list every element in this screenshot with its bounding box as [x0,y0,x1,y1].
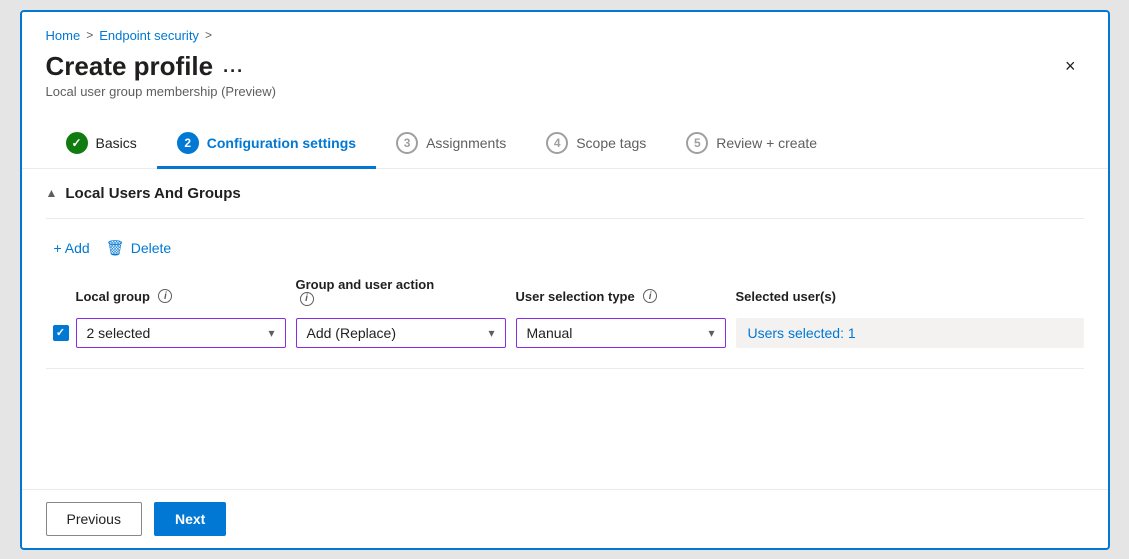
user-selection-dropdown-arrow: ▾ [708,326,714,340]
local-group-dropdown[interactable]: 2 selected ▾ [76,318,286,348]
tab-review-label: Review + create [716,135,817,151]
footer: Previous Next [22,489,1108,548]
tabs-bar: ✓ Basics 2 Configuration settings 3 Assi… [22,107,1108,169]
title-left: Create profile ... [46,51,245,82]
tab-scope-tags[interactable]: 4 Scope tags [526,124,666,169]
section-title: Local Users And Groups [65,185,240,202]
tab-scope-label: Scope tags [576,135,646,151]
delete-button[interactable]: 🗑 Delete [106,235,172,261]
group-action-cell: Add (Replace) ▾ [296,318,506,348]
next-button[interactable]: Next [154,502,226,536]
group-action-header-text: Group and user action [296,277,435,292]
tab-assignments[interactable]: 3 Assignments [376,124,526,169]
user-selection-header-text: User selection type [516,289,635,304]
user-selection-dropdown[interactable]: Manual ▾ [516,318,726,348]
breadcrumb-sep1: > [86,28,93,42]
user-selection-info-icon[interactable]: i [643,289,657,303]
tab-config-num: 2 [177,132,199,154]
create-profile-dialog: Home > Endpoint security > Create profil… [20,10,1110,550]
tab-review[interactable]: 5 Review + create [666,124,837,169]
local-group-header-text: Local group [76,289,150,304]
divider-bottom [46,368,1084,369]
tab-basics-label: Basics [96,135,137,151]
action-bar: + Add 🗑 Delete [46,235,1084,261]
user-selection-value: Manual [527,325,573,341]
tab-configuration[interactable]: 2 Configuration settings [157,124,376,169]
previous-button[interactable]: Previous [46,502,142,536]
title-row: Create profile ... × [46,51,1084,82]
local-group-value: 2 selected [87,325,151,341]
selected-users-cell[interactable]: Users selected: 1 [736,318,1084,348]
tab-config-label: Configuration settings [207,135,356,151]
tab-basics[interactable]: ✓ Basics [46,124,157,169]
tab-basics-num: ✓ [66,132,88,154]
tab-scope-num: 4 [546,132,568,154]
local-group-cell: 2 selected ▾ [76,318,286,348]
breadcrumb-sep2: > [205,28,212,42]
local-group-info-icon[interactable]: i [158,289,172,303]
tab-review-num: 5 [686,132,708,154]
tab-assignments-num: 3 [396,132,418,154]
page-title: Create profile [46,51,214,82]
section-header: ▲ Local Users And Groups [46,185,1084,202]
breadcrumb: Home > Endpoint security > [46,28,1084,43]
group-action-dropdown[interactable]: Add (Replace) ▾ [296,318,506,348]
dialog-header: Home > Endpoint security > Create profil… [22,12,1108,107]
content-area: ▲ Local Users And Groups + Add 🗑 Delete … [22,169,1108,489]
delete-label: Delete [131,240,171,256]
user-selection-cell: Manual ▾ [516,318,726,348]
checkbox-checked-icon[interactable] [53,325,69,341]
breadcrumb-home[interactable]: Home [46,28,81,43]
table-header: Local group i Group and user action i Us… [46,277,1084,306]
group-action-header-inner: Group and user action i [296,277,516,306]
col-header-local-group: Local group i [76,288,296,306]
group-action-info-icon[interactable]: i [300,292,314,306]
delete-icon: 🗑 [106,239,125,257]
table-row: 2 selected ▾ Add (Replace) ▾ Manual ▾ Us… [46,318,1084,348]
more-options-button[interactable]: ... [223,56,244,77]
row-checkbox[interactable] [46,325,76,341]
col-header-group-action: Group and user action i [296,277,516,306]
group-action-dropdown-arrow: ▾ [488,326,494,340]
group-action-value: Add (Replace) [307,325,397,341]
close-button[interactable]: × [1057,52,1084,81]
selected-users-header-text: Selected user(s) [736,289,836,304]
subtitle: Local user group membership (Preview) [46,84,1084,99]
section-toggle-icon[interactable]: ▲ [46,186,58,200]
tab-assignments-label: Assignments [426,135,506,151]
divider-top [46,218,1084,219]
selected-users-cell-wrapper: Users selected: 1 [736,318,1084,348]
breadcrumb-endpoint-security[interactable]: Endpoint security [99,28,199,43]
add-button[interactable]: + Add [54,236,90,260]
col-header-user-selection: User selection type i [516,288,736,306]
col-header-selected-users: Selected user(s) [736,288,1084,306]
local-group-dropdown-arrow: ▾ [268,326,274,340]
